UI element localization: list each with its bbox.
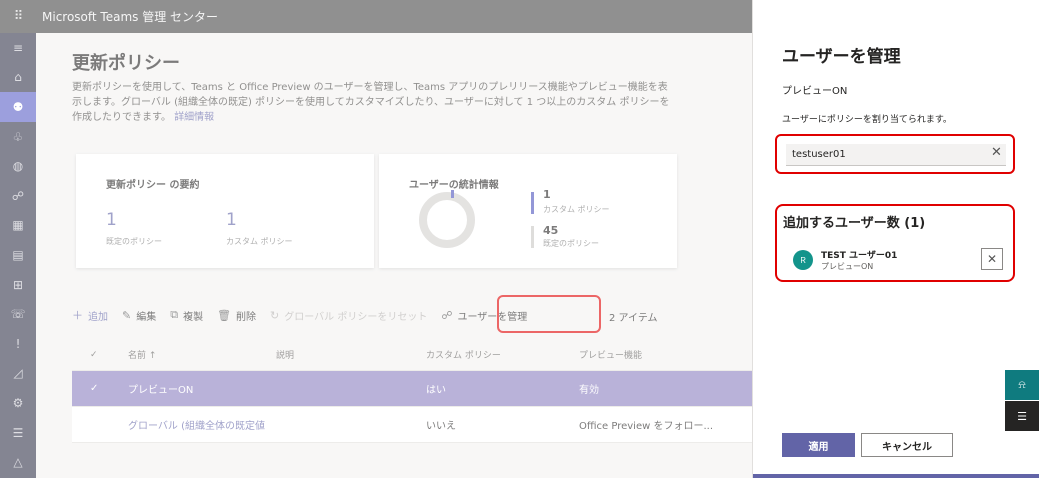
remove-user-button[interactable]: ✕: [981, 248, 1003, 270]
plus-icon: ＋: [72, 309, 83, 322]
page-title: 更新ポリシー: [72, 53, 180, 74]
item-count: 2 アイテム: [609, 313, 658, 324]
clear-search-icon[interactable]: ✕: [991, 145, 1002, 160]
apps-icon[interactable]: ⊞: [0, 270, 36, 300]
page-description: 更新ポリシーを使用して、Teams と Office Preview のユーザー…: [72, 80, 672, 125]
panel-bottom-accent: [753, 474, 1039, 478]
donut-custom-segment: [451, 190, 454, 198]
apply-button[interactable]: 適用: [782, 433, 855, 457]
row-preview: 有効: [579, 385, 599, 396]
meetings-icon[interactable]: ▦: [0, 211, 36, 241]
reset-global-button[interactable]: ↻ グローバル ポリシーをリセット: [270, 308, 427, 323]
manage-users-highlight: [497, 295, 601, 333]
panel-title: ユーザーを管理: [782, 47, 901, 67]
copy-button[interactable]: ⧉ 複製: [170, 308, 203, 323]
policy-packages-icon[interactable]: !: [0, 329, 36, 359]
col-description[interactable]: 説明: [276, 348, 426, 361]
stats-custom-count: 1: [543, 188, 551, 201]
chat-icon: ☰: [1017, 409, 1027, 423]
planning-icon[interactable]: ☰: [0, 418, 36, 448]
cancel-button[interactable]: キャンセル: [861, 433, 953, 457]
app-launcher-icon[interactable]: ⠿: [0, 9, 36, 24]
copy-label: 複製: [183, 311, 204, 323]
row-checkbox[interactable]: ✓: [72, 383, 122, 394]
policy-summary-card: 更新ポリシー の要約 1 既定のポリシー 1 カスタム ポリシー: [76, 154, 374, 268]
added-users-title: 追加するユーザー数 (1): [783, 216, 926, 231]
delete-button[interactable]: 🗑 削除: [217, 308, 256, 323]
row-name[interactable]: プレビューON: [122, 381, 276, 396]
deploy-icon[interactable]: ♧: [0, 122, 36, 152]
default-policy-count: 1: [106, 210, 117, 230]
delete-label: 削除: [236, 311, 257, 323]
col-name[interactable]: 名前 ↑: [122, 348, 276, 361]
notifications-icon[interactable]: △: [0, 447, 36, 477]
stats-default-count: 45: [543, 224, 559, 237]
policy-table: ✓ 名前 ↑ 説明 カスタム ポリシー プレビュー機能 ✓ プレビューON はい…: [72, 339, 752, 443]
edit-button[interactable]: ✎ 編集: [122, 308, 156, 323]
panel-policy-name: プレビューON: [782, 86, 848, 97]
description-text: 更新ポリシーを使用して、Teams と Office Preview のユーザー…: [72, 82, 670, 123]
added-user-row: Ｒ TEST ユーザー01 プレビューON ✕: [783, 242, 1007, 276]
pencil-icon: ✎: [122, 308, 132, 322]
help-button[interactable]: ⍾: [1005, 370, 1039, 400]
main-content: 更新ポリシー 更新ポリシーを使用して、Teams と Office Previe…: [36, 33, 752, 478]
add-label: 追加: [88, 311, 108, 323]
row-custom: はい: [426, 385, 446, 396]
learn-more-link[interactable]: 詳細情報: [174, 112, 214, 123]
users-icon[interactable]: ☍: [0, 181, 36, 211]
close-icon: ✕: [986, 252, 998, 266]
feedback-button[interactable]: ☰: [1005, 401, 1039, 431]
custom-policy-label: カスタム ポリシー: [226, 237, 293, 246]
custom-bar: [531, 192, 534, 214]
messaging-icon[interactable]: ▤: [0, 240, 36, 270]
manage-users-panel: ユーザーを管理 プレビューON ユーザーにポリシーを割り当てられます。 ✕ 追加…: [752, 0, 1039, 478]
globe-icon[interactable]: ◍: [0, 151, 36, 181]
analytics-icon[interactable]: ◿: [0, 359, 36, 389]
headset-icon: ⍾: [1018, 378, 1026, 391]
panel-hint: ユーザーにポリシーを割り当てられます。: [782, 115, 952, 125]
user-stats-card: ユーザーの統計情報 1 カスタム ポリシー 45 既定のポリシー: [379, 154, 677, 268]
custom-policy-count: 1: [226, 210, 237, 230]
row-name[interactable]: グローバル (組織全体の既定値: [122, 417, 276, 432]
reset-label: グローバル ポリシーをリセット: [284, 311, 428, 323]
app-header: ⠿ Microsoft Teams 管理 センター: [0, 0, 752, 33]
stats-custom-label: カスタム ポリシー: [543, 205, 610, 214]
default-bar: [531, 226, 534, 248]
stats-default-label: 既定のポリシー: [543, 239, 599, 248]
edit-label: 編集: [136, 311, 157, 323]
avatar: Ｒ: [793, 250, 813, 270]
table-row[interactable]: ✓ プレビューON はい 有効: [72, 371, 752, 407]
user-name: TEST ユーザー01: [821, 251, 898, 261]
left-rail: ≡ ⌂ ⚉ ♧ ◍ ☍ ▦ ▤ ⊞ ☏ ! ◿ ⚙ ☰ △: [0, 33, 36, 478]
table-header: ✓ 名前 ↑ 説明 カスタム ポリシー プレビュー機能: [72, 339, 752, 371]
added-users-highlight: 追加するユーザー数 (1) Ｒ TEST ユーザー01 プレビューON ✕: [775, 204, 1015, 282]
default-policy-label: 既定のポリシー: [106, 237, 162, 246]
app-title: Microsoft Teams 管理 センター: [42, 10, 219, 24]
teams-icon[interactable]: ⚉: [0, 92, 36, 122]
search-highlight: ✕: [775, 134, 1015, 174]
user-policy: プレビューON: [821, 262, 874, 271]
row-custom: いいえ: [426, 421, 456, 432]
summary-title: 更新ポリシー の要約: [106, 180, 200, 191]
user-search-input[interactable]: [786, 144, 1006, 166]
col-preview-features[interactable]: プレビュー機能: [579, 348, 749, 361]
reset-icon: ↻: [270, 308, 280, 322]
col-custom-policy[interactable]: カスタム ポリシー: [426, 348, 579, 361]
copy-icon: ⧉: [170, 308, 179, 321]
manage-users-icon: ☍: [441, 308, 453, 322]
select-all-checkbox[interactable]: ✓: [72, 350, 122, 360]
settings-icon[interactable]: ⚙: [0, 388, 36, 418]
user-stats-title: ユーザーの統計情報: [409, 180, 499, 191]
menu-icon[interactable]: ≡: [0, 33, 36, 63]
table-row[interactable]: グローバル (組織全体の既定値 いいえ Office Preview をフォロー…: [72, 407, 752, 443]
add-button[interactable]: ＋ 追加: [72, 307, 108, 323]
home-icon[interactable]: ⌂: [0, 63, 36, 93]
trash-icon: 🗑: [217, 308, 232, 322]
row-preview: Office Preview をフォロー...: [579, 421, 714, 432]
policy-toolbar: ＋追加 ✎ 編集 ⧉ 複製 🗑 削除 ↻ グローバル ポリシーをリセット ☍ ユーザーを管…: [72, 301, 541, 329]
voice-icon[interactable]: ☏: [0, 299, 36, 329]
user-stats-donut: [419, 192, 475, 248]
